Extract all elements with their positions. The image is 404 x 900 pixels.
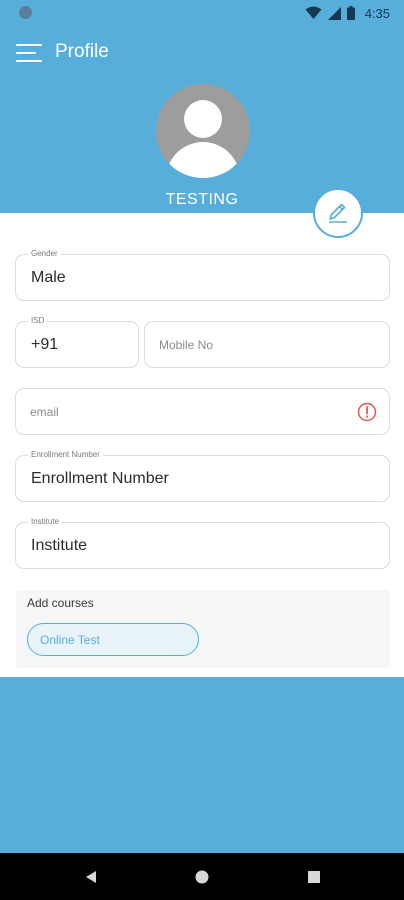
- enrollment-number-value: Enrollment Number: [31, 470, 169, 487]
- isd-field[interactable]: ISD +91: [15, 316, 139, 368]
- course-chip-online-test[interactable]: Online Test: [27, 623, 199, 656]
- back-icon: [86, 870, 96, 883]
- isd-value: +91: [31, 336, 59, 353]
- institute-field[interactable]: Institute Institute: [15, 517, 390, 569]
- recents-button[interactable]: [289, 853, 339, 900]
- pencil-edit-icon: [329, 203, 347, 223]
- error-alert-icon: [357, 402, 377, 422]
- notification-dot-icon: [19, 6, 32, 19]
- gender-field[interactable]: Gender Male: [15, 249, 390, 301]
- isd-label: ISD: [28, 316, 48, 325]
- home-icon: [195, 870, 209, 883]
- home-button[interactable]: [177, 853, 227, 900]
- mobile-number-field[interactable]: Mobile No: [144, 321, 390, 368]
- battery-icon: [346, 6, 355, 20]
- add-courses-title: Add courses: [27, 596, 94, 610]
- course-chip-label: Online Test: [40, 633, 100, 647]
- system-navigation-bar: [0, 853, 404, 900]
- status-icons: 4:35: [305, 4, 390, 22]
- status-bar: 4:35: [0, 0, 404, 26]
- app-bar: Profile: [0, 26, 404, 80]
- institute-value: Institute: [31, 537, 88, 554]
- email-placeholder: email: [30, 405, 59, 419]
- avatar-body-shape: [166, 142, 240, 178]
- wifi-icon: [305, 6, 322, 19]
- enrollment-number-field[interactable]: Enrollment Number Enrollment Number: [15, 450, 390, 502]
- mobile-number-placeholder: Mobile No: [159, 338, 214, 352]
- enrollment-number-label: Enrollment Number: [28, 450, 103, 459]
- institute-label: Institute: [28, 517, 63, 526]
- back-button[interactable]: [66, 853, 116, 900]
- edit-profile-button[interactable]: [313, 188, 363, 238]
- hamburger-menu-icon[interactable]: [16, 44, 42, 64]
- email-field[interactable]: email: [15, 388, 390, 435]
- page-title: Profile: [55, 41, 109, 62]
- add-courses-section: Add courses Online Test: [16, 590, 390, 668]
- avatar-head-shape: [184, 100, 222, 138]
- gender-label: Gender: [28, 249, 61, 258]
- cellular-signal-icon: [327, 6, 341, 20]
- avatar: [156, 84, 250, 178]
- status-time: 4:35: [364, 5, 390, 21]
- recents-icon: [308, 870, 320, 883]
- gender-value: Male: [31, 269, 66, 286]
